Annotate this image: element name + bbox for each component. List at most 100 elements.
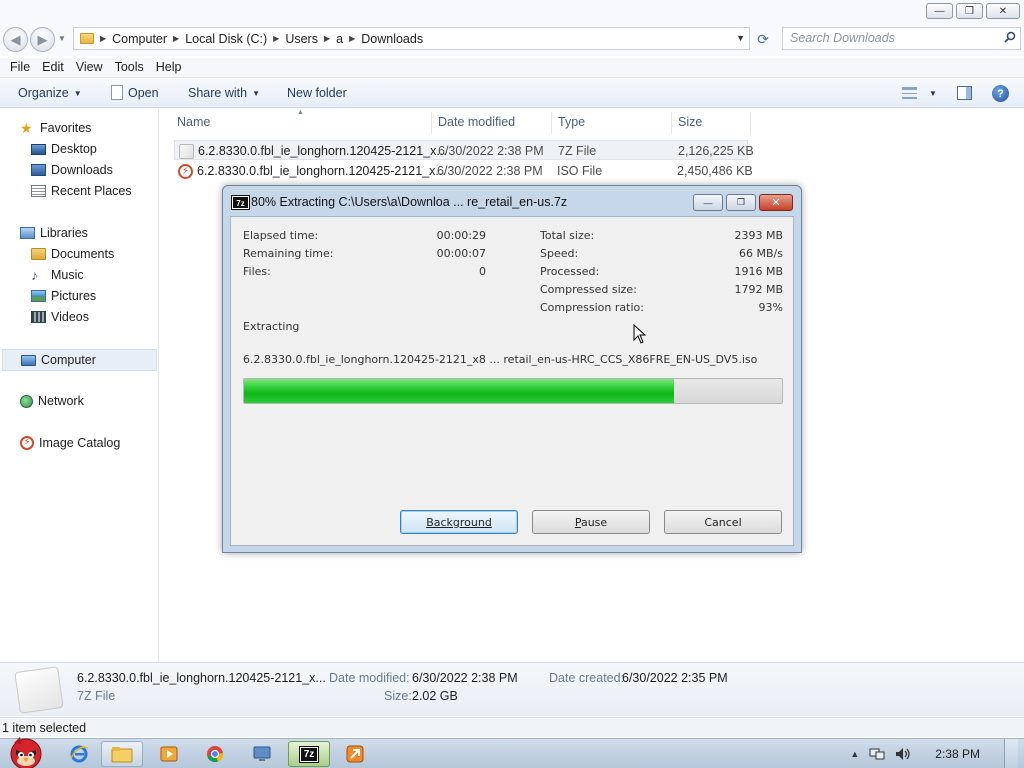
details-date-modified-value[interactable]: 6/30/2022 2:38 PM — [412, 671, 518, 685]
dialog-maximize-button[interactable]: ❐ — [726, 194, 756, 211]
column-divider[interactable] — [750, 112, 751, 134]
breadcrumb-separator-icon[interactable]: ▶ — [324, 34, 330, 43]
breadcrumb-computer[interactable]: Computer — [112, 32, 167, 46]
nav-downloads[interactable]: Downloads — [31, 163, 113, 177]
files-value: 0 — [479, 265, 486, 278]
address-history-dropdown-icon[interactable]: ▼ — [736, 33, 745, 43]
view-list-icon — [902, 87, 917, 99]
address-bar[interactable]: ▶ Computer ▶ Local Disk (C:) ▶ Users ▶ a… — [73, 27, 750, 50]
menu-edit[interactable]: Edit — [36, 58, 70, 77]
breadcrumb-downloads[interactable]: Downloads — [361, 32, 423, 46]
taskbar-7zip[interactable]: 7z — [288, 741, 330, 767]
nav-favorites[interactable]: ★ Favorites — [20, 121, 91, 135]
taskbar-chrome[interactable] — [194, 741, 236, 767]
chrome-icon — [207, 746, 224, 763]
nav-network[interactable]: Network — [20, 394, 84, 408]
column-header-size[interactable]: Size — [678, 115, 702, 129]
file-row-iso[interactable]: ⚡ 6.2.8330.0.fbl_ie_longhorn.120425-2121… — [174, 161, 753, 181]
breadcrumb-local-disk[interactable]: Local Disk (C:) — [185, 32, 267, 46]
speed-label: Speed: — [540, 247, 579, 260]
nav-pictures[interactable]: Pictures — [31, 289, 96, 303]
media-player-icon — [160, 746, 178, 762]
help-button[interactable]: ? — [992, 85, 1009, 102]
start-button[interactable] — [4, 733, 46, 768]
column-header-type[interactable]: Type — [558, 115, 585, 129]
nav-libraries[interactable]: Libraries — [20, 226, 88, 240]
computer-icon — [21, 354, 36, 366]
column-header-date-modified[interactable]: Date modified — [438, 115, 515, 129]
column-header-name[interactable]: Name — [177, 115, 210, 129]
processed-label: Processed: — [540, 265, 600, 278]
dialog-close-button[interactable]: ✕ — [759, 194, 793, 211]
background-button[interactable]: Background — [400, 510, 518, 534]
show-hidden-icons-button[interactable]: ▲ — [850, 749, 859, 759]
details-size-value: 2.02 GB — [412, 689, 458, 703]
nav-computer[interactable]: Computer — [2, 349, 157, 371]
volume-icon[interactable] — [895, 747, 911, 761]
details-date-created-label: Date created: — [549, 671, 625, 685]
music-note-icon: ♪ — [31, 267, 38, 283]
status-bar: 1 item selected — [0, 717, 1024, 737]
details-date-created-value[interactable]: 6/30/2022 2:35 PM — [622, 671, 728, 685]
window-controls: — ❐ ✕ — [926, 3, 1020, 19]
menu-view[interactable]: View — [70, 58, 109, 77]
breadcrumb-separator-icon[interactable]: ▶ — [100, 34, 106, 43]
pause-button[interactable]: Pause — [532, 510, 650, 534]
nav-desktop[interactable]: Desktop — [31, 142, 97, 156]
menu-file[interactable]: File — [4, 58, 36, 77]
close-button[interactable]: ✕ — [986, 3, 1020, 19]
preview-pane-button[interactable] — [957, 86, 972, 100]
compressed-size-value: 1792 MB — [734, 283, 783, 296]
breadcrumb-separator-icon[interactable]: ▶ — [173, 34, 179, 43]
column-divider[interactable] — [431, 112, 432, 134]
column-divider[interactable] — [551, 112, 552, 134]
nav-recent-places[interactable]: Recent Places — [31, 184, 132, 198]
breadcrumb-users[interactable]: Users — [285, 32, 318, 46]
taskbar-windows-explorer[interactable] — [101, 741, 143, 767]
sort-ascending-icon: ▲ — [297, 109, 304, 116]
taskbar-media-player[interactable] — [148, 741, 190, 767]
breadcrumb-separator-icon[interactable]: ▶ — [273, 34, 279, 43]
nav-music[interactable]: ♪ Music — [31, 268, 84, 282]
taskbar-internet-explorer[interactable] — [58, 741, 100, 767]
change-view-button[interactable]: ▼ — [902, 87, 937, 99]
current-file-path: 6.2.8330.0.fbl_ie_longhorn.120425-2121_x… — [243, 353, 758, 366]
show-desktop-button[interactable] — [1004, 739, 1018, 768]
column-divider[interactable] — [671, 112, 672, 134]
taskbar-app-orange[interactable] — [334, 741, 376, 767]
nav-image-catalog[interactable]: ⚡ Image Catalog — [20, 436, 120, 450]
nav-image-catalog-label: Image Catalog — [39, 436, 121, 450]
remaining-time-value: 00:00:07 — [436, 247, 486, 260]
menu-help[interactable]: Help — [150, 58, 188, 77]
cancel-button[interactable]: Cancel — [664, 510, 782, 534]
refresh-button[interactable]: ⟳ — [752, 30, 774, 48]
new-folder-button[interactable]: New folder — [287, 86, 347, 100]
organize-button[interactable]: Organize ▼ — [18, 86, 82, 100]
dialog-minimize-button[interactable]: — — [693, 194, 723, 211]
maximize-button[interactable]: ❐ — [956, 3, 983, 19]
libraries-icon — [20, 227, 35, 239]
share-with-button[interactable]: Share with ▼ — [188, 86, 260, 100]
open-button[interactable]: Open — [111, 84, 159, 100]
nav-downloads-label: Downloads — [51, 163, 113, 177]
taskbar-clock[interactable]: 2:38 PM — [935, 747, 980, 761]
nav-documents[interactable]: Documents — [31, 247, 114, 261]
taskbar-remote-desktop[interactable] — [241, 741, 283, 767]
recent-places-icon — [31, 185, 46, 197]
remaining-time-label: Remaining time: — [243, 247, 334, 260]
desktop-icon — [31, 143, 46, 155]
chevron-down-icon[interactable]: ▼ — [929, 89, 937, 98]
breadcrumb-user-a[interactable]: a — [336, 32, 343, 46]
operation-label: Extracting — [243, 320, 300, 333]
search-input[interactable]: Search Downloads — [782, 27, 1021, 50]
file-row-7z[interactable]: 6.2.8330.0.fbl_ie_longhorn.120425-2121_x… — [174, 140, 754, 160]
search-icon[interactable] — [1004, 31, 1016, 43]
forward-button[interactable]: ▶ — [30, 27, 55, 52]
nav-videos[interactable]: Videos — [31, 310, 89, 324]
breadcrumb-separator-icon[interactable]: ▶ — [349, 34, 355, 43]
back-button[interactable]: ◀ — [3, 27, 28, 52]
menu-tools[interactable]: Tools — [109, 58, 150, 77]
minimize-button[interactable]: — — [926, 3, 953, 19]
recent-pages-dropdown-icon[interactable]: ▼ — [58, 34, 66, 43]
network-tray-icon[interactable] — [869, 747, 885, 761]
